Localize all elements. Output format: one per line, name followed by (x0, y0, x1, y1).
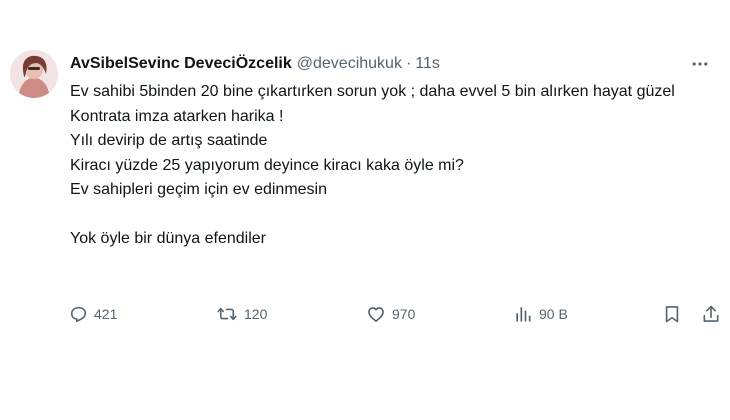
bar-chart-icon (516, 307, 531, 322)
tweet-line: Ev sahipleri geçim için ev edinmesin (70, 181, 327, 198)
tweet-header: AvSibelSevinc DeveciÖzcelik @devecihukuk… (70, 53, 718, 75)
tweet-card[interactable]: AvSibelSevinc DeveciÖzcelik @devecihukuk… (0, 0, 730, 420)
views-count: 90 B (539, 306, 568, 322)
repost-arrows-icon (217, 307, 237, 321)
more-options-button[interactable] (688, 52, 712, 76)
like-button[interactable]: 970 (366, 300, 415, 328)
tweet-timestamp[interactable]: 11s (415, 55, 440, 73)
tweet-line: Yok öyle bir dünya efendiler (70, 230, 266, 247)
views-button[interactable]: 90 B (513, 300, 568, 328)
repost-button[interactable]: 120 (216, 300, 267, 328)
tweet-line: Kiracı yüzde 25 yapıyorum deyince kiracı… (70, 156, 464, 174)
tweet-action-bar: 421 120 970 90 B (66, 300, 726, 328)
tweet-line: Ev sahibi 5binden 20 bine çıkartırken so… (70, 83, 675, 100)
reply-bubble-icon (70, 306, 87, 323)
tweet-line: Yılı devirip de artış saatinde (70, 132, 268, 149)
reply-count: 421 (94, 306, 118, 322)
reply-button[interactable]: 421 (68, 300, 117, 328)
like-count: 970 (392, 306, 416, 322)
avatar[interactable] (10, 50, 58, 98)
bookmark-icon (665, 306, 679, 323)
share-upload-icon (703, 305, 719, 322)
share-button[interactable] (701, 300, 721, 328)
separator-dot: · (405, 55, 412, 72)
tweet-line: Kontrata imza atarken harika ! (70, 107, 284, 125)
author-display-name[interactable]: AvSibelSevinc DeveciÖzcelik (70, 55, 292, 73)
tweet-text: Ev sahibi 5binden 20 bine çıkartırken so… (70, 80, 710, 252)
repost-count: 120 (244, 306, 268, 322)
author-handle[interactable]: @devecihukuk (297, 55, 402, 73)
more-horizontal-icon (692, 62, 708, 66)
bookmark-button[interactable] (662, 300, 682, 328)
heart-icon (368, 307, 384, 322)
